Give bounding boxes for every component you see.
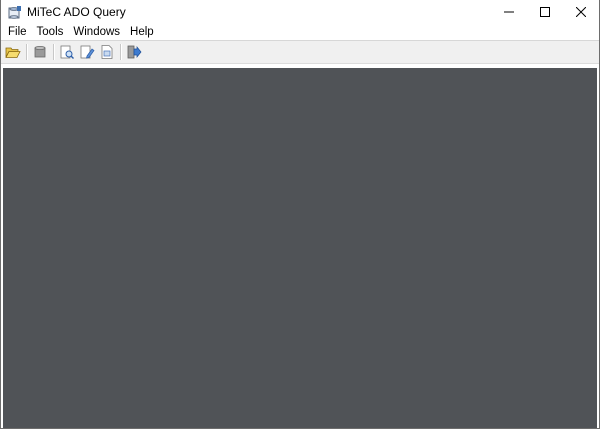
minimize-button[interactable] xyxy=(491,0,527,24)
query-icon xyxy=(60,45,74,59)
maximize-button[interactable] xyxy=(527,0,563,24)
caption-buttons xyxy=(491,0,599,24)
menu-bar: File Tools Windows Help xyxy=(1,24,599,40)
toolbar-separator xyxy=(120,44,121,60)
exit-icon xyxy=(127,45,142,59)
new-document-button[interactable] xyxy=(97,42,117,62)
mdi-client-area[interactable] xyxy=(3,68,597,428)
database-app-icon xyxy=(8,6,21,19)
edit-query-icon xyxy=(80,45,95,59)
new-document-icon xyxy=(101,45,113,59)
app-window: MiTeC ADO Query File Tools Windows Help xyxy=(0,0,600,429)
toolbar-separator xyxy=(26,44,27,60)
open-folder-icon xyxy=(5,47,21,58)
toolbar-separator xyxy=(53,44,54,60)
open-button[interactable] xyxy=(3,42,23,62)
close-icon xyxy=(576,7,586,17)
disconnect-button[interactable] xyxy=(30,42,50,62)
menu-tools[interactable]: Tools xyxy=(32,24,69,40)
toolbar xyxy=(1,41,599,64)
menu-windows[interactable]: Windows xyxy=(68,24,125,40)
menu-file[interactable]: File xyxy=(3,24,32,40)
title-bar[interactable]: MiTeC ADO Query xyxy=(1,0,599,24)
disconnect-database-icon xyxy=(34,46,46,58)
close-button[interactable] xyxy=(563,0,599,24)
exit-button[interactable] xyxy=(124,42,144,62)
query-button[interactable] xyxy=(57,42,77,62)
edit-query-button[interactable] xyxy=(77,42,97,62)
menu-help[interactable]: Help xyxy=(125,24,159,40)
window-title: MiTeC ADO Query xyxy=(27,5,126,19)
maximize-icon xyxy=(540,7,550,17)
minimize-icon xyxy=(504,11,514,13)
